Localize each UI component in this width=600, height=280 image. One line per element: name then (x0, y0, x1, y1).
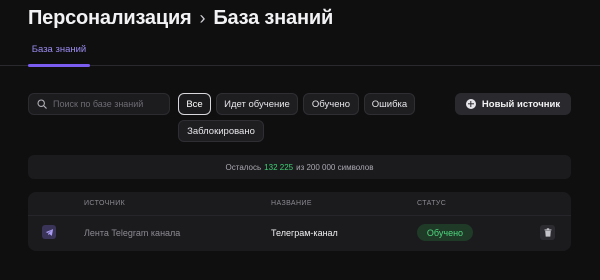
telegram-icon (42, 225, 56, 239)
tab-bar: База знаний (0, 38, 600, 67)
tab-knowledge-base[interactable]: База знаний (28, 44, 90, 67)
filter-trained[interactable]: Обучено (303, 93, 359, 115)
column-header-name: Название (271, 200, 312, 207)
quota-prefix: Осталось (225, 162, 262, 172)
quota-remaining: 132 225 (264, 162, 294, 172)
filter-training[interactable]: Идет обучение (216, 93, 298, 115)
search-input[interactable] (53, 99, 163, 109)
column-header-source: Источник (84, 200, 126, 207)
new-source-button[interactable]: Новый источник (455, 93, 571, 115)
search-icon (37, 99, 47, 109)
breadcrumb-root[interactable]: Персонализация (28, 7, 192, 30)
quota-suffix: из 200 000 символов (296, 162, 374, 172)
filter-all[interactable]: Все (178, 93, 211, 115)
page-title: База знаний (213, 6, 334, 29)
row-name: Телеграм-канал (271, 228, 338, 238)
delete-button[interactable] (540, 225, 555, 240)
symbol-quota-bar: Осталось 132 225 из 200 000 символов (28, 155, 571, 179)
status-badge: Обучено (417, 224, 473, 241)
search-field[interactable] (28, 93, 170, 115)
sources-table: Источник Название Статус Лента Telegram … (28, 192, 571, 251)
breadcrumb: Персонализация › База знаний (28, 4, 333, 32)
trash-icon (544, 228, 551, 237)
new-source-label: Новый источник (481, 98, 561, 110)
plus-circle-icon (465, 99, 476, 109)
breadcrumb-separator-icon: › (199, 7, 206, 28)
row-source: Лента Telegram канала (84, 228, 181, 238)
table-row[interactable]: Лента Telegram канала Телеграм-канал Обу… (28, 216, 571, 251)
filter-blocked[interactable]: Заблокировано (178, 120, 264, 142)
filter-error[interactable]: Ошибка (364, 93, 415, 115)
column-header-status: Статус (417, 200, 447, 207)
